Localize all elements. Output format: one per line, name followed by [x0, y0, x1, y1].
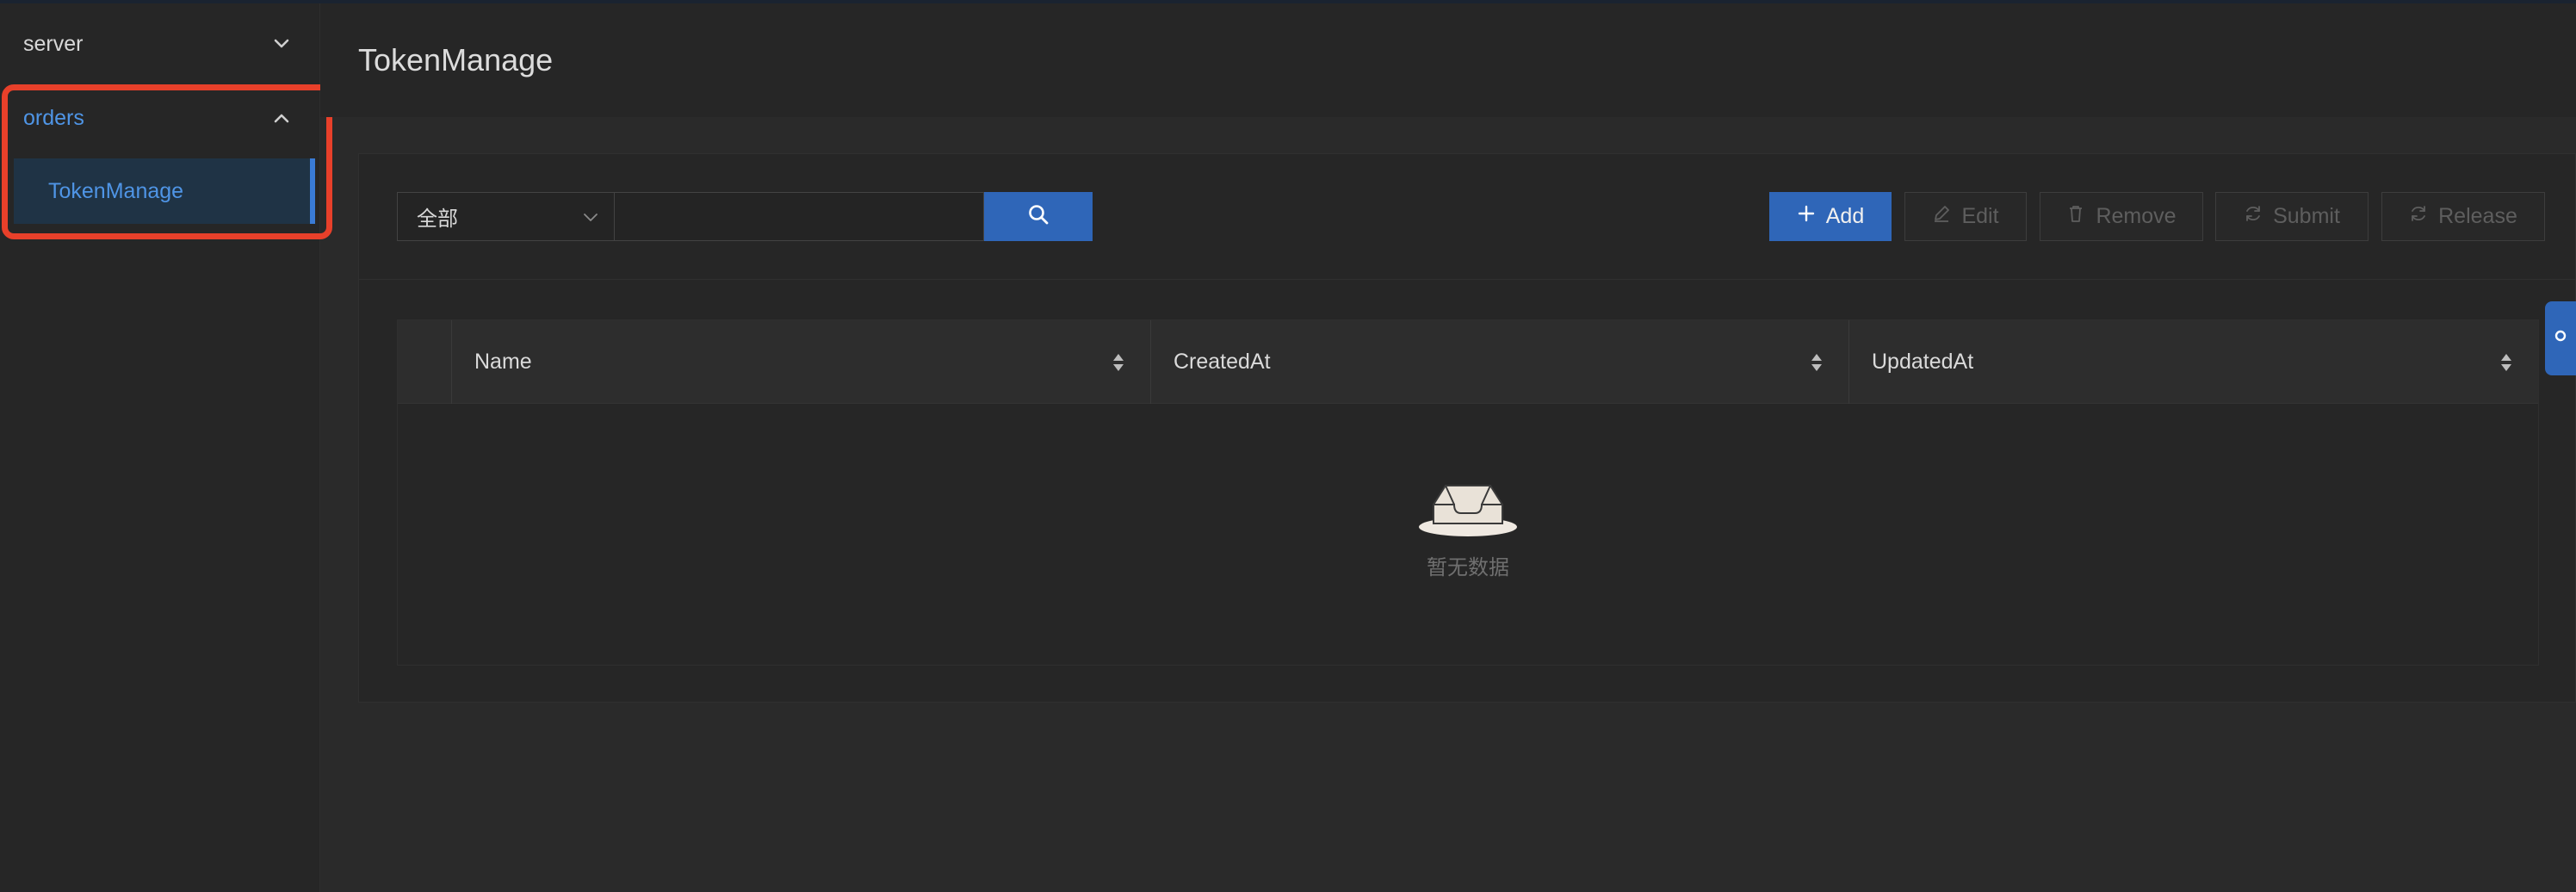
sidebar-group-orders[interactable]: orders — [0, 81, 320, 155]
column-header-name[interactable]: Name — [451, 320, 1150, 404]
column-header-label: Name — [474, 350, 532, 374]
plus-icon — [1797, 204, 1816, 229]
add-button-label: Add — [1825, 204, 1865, 228]
column-header-label: CreatedAt — [1173, 350, 1271, 374]
submit-button[interactable]: Submit — [2215, 192, 2369, 241]
remove-button[interactable]: Remove — [2040, 192, 2203, 241]
column-header-label: UpdatedAt — [1872, 350, 1974, 374]
sidebar-group-label: server — [23, 31, 84, 56]
sort-icon[interactable] — [2500, 352, 2512, 373]
chevron-down-icon — [270, 33, 293, 55]
side-drawer-tab[interactable] — [2545, 301, 2576, 375]
settings-icon — [2552, 326, 2569, 350]
sidebar-item-label: TokenManage — [48, 178, 184, 203]
search-button[interactable] — [984, 192, 1093, 241]
sync-icon — [2244, 204, 2263, 229]
empty-inbox-icon — [1416, 474, 1520, 543]
column-header-createdat[interactable]: CreatedAt — [1150, 320, 1848, 404]
search-input[interactable] — [614, 192, 984, 241]
selection-column-header[interactable] — [398, 320, 451, 404]
table-header: Name CreatedAt UpdatedAt — [398, 320, 2538, 404]
add-button[interactable]: Add — [1769, 192, 1892, 241]
search-icon — [1027, 203, 1050, 230]
chevron-up-icon — [270, 107, 293, 129]
content-panel: 全部 Add Edit Remove Submit Release Name C… — [358, 153, 2576, 703]
data-table: Name CreatedAt UpdatedAt 暂无数据 — [397, 319, 2539, 666]
filter-select-value: 全部 — [417, 208, 458, 231]
release-button[interactable]: Release — [2381, 192, 2545, 241]
edit-button[interactable]: Edit — [1904, 192, 2027, 241]
column-header-updatedat[interactable]: UpdatedAt — [1848, 320, 2538, 404]
edit-button-label: Edit — [1961, 204, 1999, 228]
filter-select[interactable]: 全部 — [397, 192, 614, 241]
sidebar-group-label: orders — [23, 105, 84, 130]
sort-icon[interactable] — [1112, 352, 1124, 373]
sidebar-item-tokenmanage[interactable]: TokenManage — [14, 158, 315, 224]
sync-icon — [2409, 204, 2428, 229]
empty-state: 暂无数据 — [398, 404, 2538, 666]
sidebar: server orders TokenManage — [0, 3, 320, 892]
trash-icon — [2066, 204, 2085, 229]
page-title: TokenManage — [358, 42, 554, 77]
release-button-label: Release — [2438, 204, 2517, 228]
submit-button-label: Submit — [2273, 204, 2340, 228]
toolbar: 全部 Add Edit Remove Submit Release — [359, 154, 2576, 280]
remove-button-label: Remove — [2096, 204, 2177, 228]
page-header: TokenManage — [320, 3, 2576, 117]
empty-state-text: 暂无数据 — [1427, 556, 1509, 579]
sidebar-group-server[interactable]: server — [0, 7, 320, 81]
edit-icon — [1932, 204, 1951, 229]
chevron-down-icon — [583, 205, 598, 229]
sort-icon[interactable] — [1811, 352, 1823, 373]
